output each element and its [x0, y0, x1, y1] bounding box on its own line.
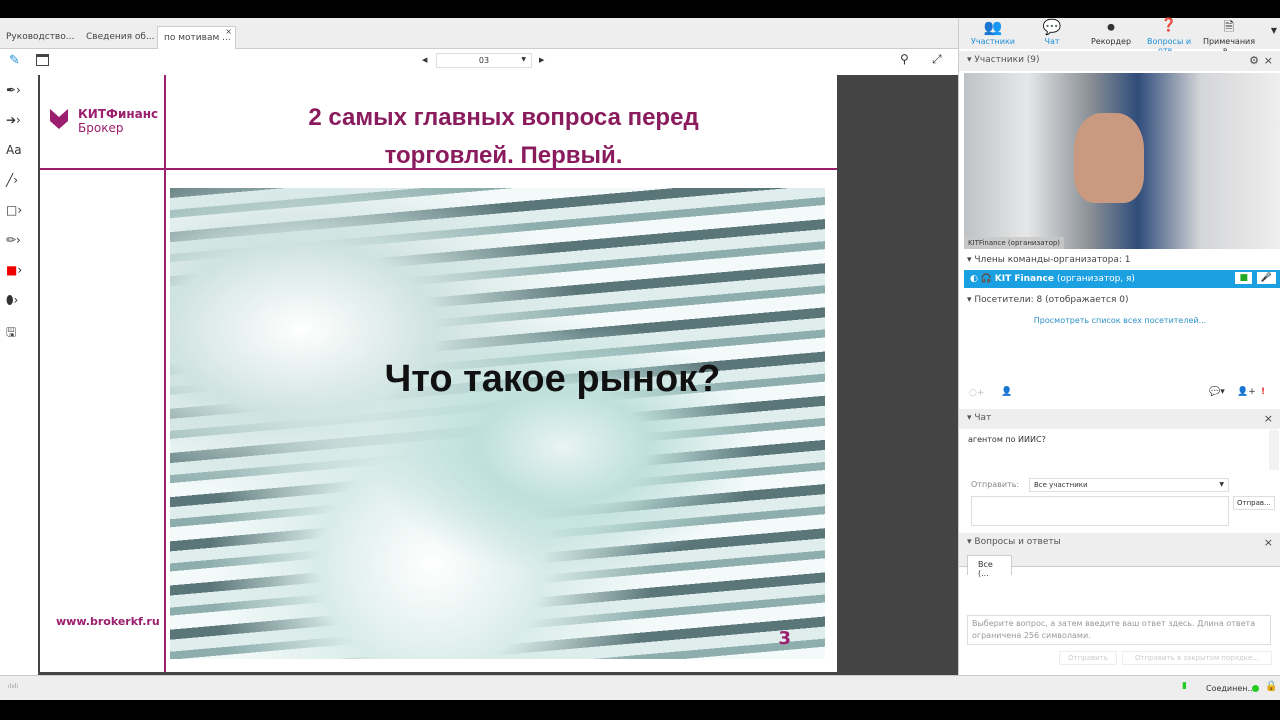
close-icon[interactable]: ×	[225, 27, 232, 36]
panel-nav: 👥Участники 💬Чат ⏺Рекордер ❓Вопросы и отв…	[959, 18, 1280, 55]
add-icon[interactable]: ○+	[969, 388, 984, 398]
mic-level-icon: ▮	[1182, 681, 1187, 691]
prev-page-icon[interactable]: ◀	[422, 56, 427, 64]
eraser-icon[interactable]: ⬮›	[6, 293, 32, 313]
tab-presentation[interactable]: по мотивам ... ×	[157, 26, 236, 49]
feedback-icon[interactable]: 💬▾	[1209, 387, 1225, 397]
host-row[interactable]: ◐ 🎧 KIT Finance (организатор, я) ■ 🎤	[964, 270, 1280, 288]
presenter-face	[1074, 113, 1144, 203]
attendees-group[interactable]: ▾ Посетители: 8 (отображается 0)	[967, 295, 1129, 305]
next-page-icon[interactable]: ▶	[539, 56, 544, 64]
zoom-icon[interactable]: ⚲	[900, 52, 909, 66]
close-icon[interactable]: ×	[1264, 536, 1273, 549]
video-camera-icon[interactable]: ■	[1235, 272, 1252, 284]
annotate-pen-icon[interactable]: ✒›	[6, 83, 32, 103]
qa-send-button[interactable]: Отправить	[1059, 651, 1117, 665]
nav-chat[interactable]: 💬 Чат	[1022, 18, 1082, 46]
hosts-group[interactable]: ▾ Члены команды-организатора: 1	[967, 255, 1131, 265]
slide-page-number: 3	[778, 628, 791, 649]
slide-divider-vertical	[164, 75, 166, 672]
tab-label: по мотивам ...	[164, 33, 231, 43]
participants-header[interactable]: ▾ Участники (9) ⚙ ×	[959, 51, 1280, 71]
video-label: KITFinance (организатор)	[964, 237, 1065, 249]
chevron-down-icon: ▼	[1219, 481, 1224, 488]
cisco-logo: ılıılı	[8, 683, 19, 690]
connection-status: Соединен...	[1206, 684, 1256, 693]
gear-icon[interactable]: ⚙	[1249, 54, 1259, 67]
tab-info[interactable]: Сведения об...	[80, 26, 161, 49]
website-link: www.brokerkf.ru	[56, 615, 160, 628]
color-icon[interactable]: ■›	[6, 263, 32, 283]
rectangle-icon[interactable]: □›	[6, 203, 32, 223]
qa-answer-input[interactable]: Выберите вопрос, а затем введите ваш отв…	[967, 615, 1271, 645]
video-feed: KITFinance (организатор)	[964, 73, 1280, 249]
annotation-toolbar: ✒› ➔› Aa ╱› □› ✏› ■› ⬮› 🖫	[0, 75, 38, 675]
send-to-select[interactable]: Все участники ▼	[1029, 478, 1229, 492]
text-tool[interactable]: Aa	[6, 143, 32, 163]
add-user-icon[interactable]: 👤+	[1237, 387, 1256, 397]
logo-sub: Брокер	[78, 121, 124, 135]
fullscreen-icon[interactable]: ⤢	[932, 52, 942, 67]
view-all-attendees-link[interactable]: Просмотреть список всех посетителей...	[959, 316, 1280, 325]
more-icon[interactable]: ▼	[1271, 26, 1277, 35]
chat-message: агентом по ИИИС?	[968, 435, 1046, 444]
page-number: 03	[478, 56, 490, 65]
user-icon[interactable]: 👤	[1001, 387, 1012, 397]
chat-header[interactable]: ▾ Чат ×	[959, 409, 1280, 429]
qa-send-private-button[interactable]: Отправить в закрытом порядке...	[1122, 651, 1272, 665]
bottom-black-bar	[0, 700, 1280, 720]
alert-icon[interactable]: !	[1261, 387, 1265, 397]
nav-qa[interactable]: ❓Вопросы и отв...	[1139, 18, 1199, 55]
line-icon[interactable]: ╱›	[6, 173, 32, 193]
logo-main: КИТФинанс	[78, 107, 159, 121]
side-panel: 👥Участники 💬Чат ⏺Рекордер ❓Вопросы и отв…	[958, 18, 1280, 675]
status-icon: ◐ 🎧	[970, 274, 992, 284]
layout-icon[interactable]	[36, 54, 49, 66]
send-to-label: Отправить:	[971, 480, 1020, 489]
document-tabs: Руководство... Сведения об... по мотивам…	[0, 18, 960, 49]
close-icon[interactable]: ×	[1264, 412, 1273, 425]
pen-icon[interactable]: ✎	[9, 53, 20, 68]
chat-send-button[interactable]: Отправ...	[1233, 496, 1275, 510]
save-icon[interactable]: 🖫	[6, 323, 32, 343]
slide-title: 2 самых главных вопроса перед торговлей. …	[308, 104, 699, 169]
tab-guide[interactable]: Руководство...	[0, 26, 80, 49]
lock-icon: 🔒	[1265, 681, 1278, 692]
highlighter-icon[interactable]: ✏›	[6, 233, 32, 253]
nav-participants[interactable]: 👥 Участники	[963, 18, 1023, 46]
connection-dot-icon	[1252, 685, 1259, 692]
mic-muted-icon[interactable]: 🎤	[1256, 272, 1276, 284]
qa-tab-all[interactable]: Все (...	[967, 555, 1012, 578]
chevron-down-icon: ▼	[521, 56, 526, 63]
chat-scrollbar[interactable]	[1269, 430, 1279, 470]
image-caption: Что такое рынок?	[384, 358, 721, 400]
slide: КИТФинанс Брокер 2 самых главных вопроса…	[40, 75, 837, 672]
status-bar: ılıılı ▮ Соединен... 🔒	[0, 675, 1280, 700]
chat-input[interactable]	[971, 496, 1229, 526]
close-icon[interactable]: ×	[1264, 54, 1273, 67]
top-black-bar	[0, 0, 1280, 18]
water-image: Что такое рынок? 3	[170, 188, 825, 659]
logo-icon	[50, 109, 68, 129]
nav-notes[interactable]: 🗎Примечания в...	[1199, 18, 1259, 55]
viewer-toolbar: ✎ ◀ 03 ▼ ▶ ⚲ ⤢	[0, 49, 960, 75]
nav-recorder[interactable]: ⏺ Рекордер	[1081, 18, 1141, 46]
arrow-icon[interactable]: ➔›	[6, 113, 32, 133]
page-select[interactable]: 03 ▼	[436, 53, 532, 68]
